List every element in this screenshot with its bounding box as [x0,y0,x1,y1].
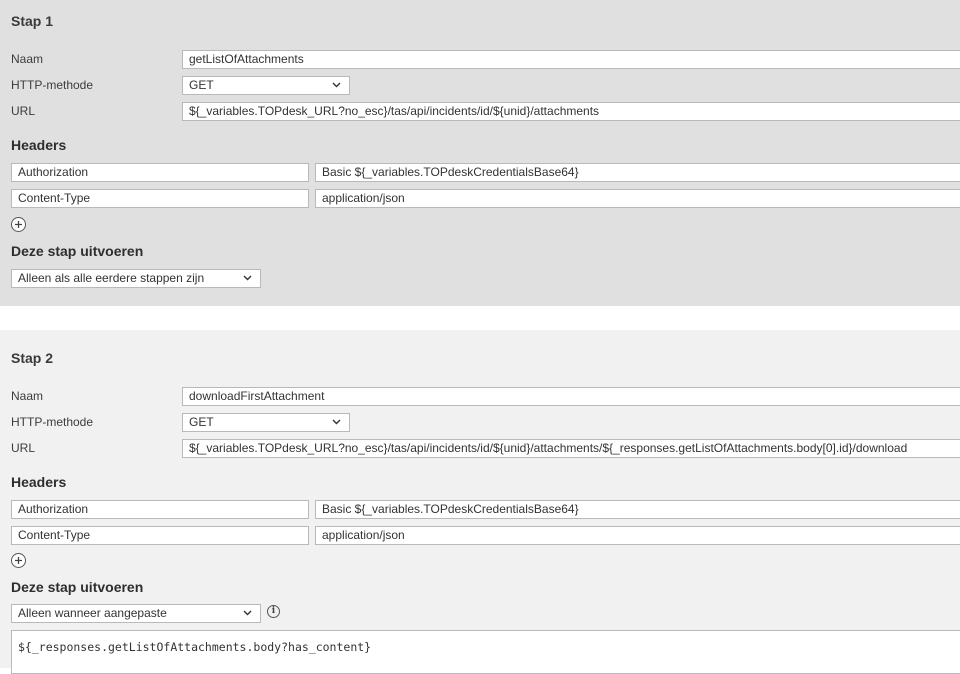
chevron-down-icon [332,82,341,88]
add-header-button[interactable] [11,553,26,568]
name-label: Naam [11,389,44,403]
execute-condition-select[interactable]: Alleen wanneer aangepaste [11,604,261,623]
http-method-label: HTTP-methode [11,415,94,429]
chevron-down-icon [332,419,341,425]
header-key-input[interactable]: Authorization [11,163,309,182]
chevron-down-icon [243,275,252,281]
execute-condition-value: Alleen wanneer aangepaste [18,606,167,620]
http-method-select[interactable]: GET [182,413,350,432]
url-label: URL [11,104,36,118]
execute-condition-select[interactable]: Alleen als alle eerdere stappen zijn [11,269,261,288]
name-label: Naam [11,52,44,66]
step-1-panel: Stap 1 Naam getListOfAttachments HTTP-me… [0,0,960,306]
plus-circle-icon [15,557,22,564]
execute-step-title: Deze stap uitvoeren [11,579,144,595]
name-input[interactable]: getListOfAttachments [182,50,960,69]
http-method-value: GET [189,415,214,429]
header-value-input[interactable]: application/json [315,526,960,545]
step-title: Stap 2 [11,350,54,366]
header-value-input[interactable]: application/json [315,189,960,208]
name-input[interactable]: downloadFirstAttachment [182,387,960,406]
http-method-value: GET [189,78,214,92]
execute-condition-value: Alleen als alle eerdere stappen zijn [18,271,205,285]
step-title: Stap 1 [11,13,54,29]
http-method-label: HTTP-methode [11,78,94,92]
header-key-input[interactable]: Authorization [11,500,309,519]
header-value-input[interactable]: Basic ${_variables.TOPdeskCredentialsBas… [315,500,960,519]
add-header-button[interactable] [11,217,26,232]
header-key-input[interactable]: Content-Type [11,526,309,545]
url-label: URL [11,441,36,455]
plus-circle-icon [15,221,22,228]
step-2-panel: Stap 2 Naam downloadFirstAttachment HTTP… [0,330,960,674]
url-input[interactable]: ${_variables.TOPdesk_URL?no_esc}/tas/api… [182,102,960,121]
headers-title: Headers [11,474,67,490]
header-value-input[interactable]: Basic ${_variables.TOPdeskCredentialsBas… [315,163,960,182]
condition-expression-input[interactable]: ${_responses.getListOfAttachments.body?h… [11,630,960,674]
header-key-input[interactable]: Content-Type [11,189,309,208]
execute-step-title: Deze stap uitvoeren [11,243,144,259]
info-icon[interactable]: i [267,605,280,618]
chevron-down-icon [243,610,252,616]
url-input[interactable]: ${_variables.TOPdesk_URL?no_esc}/tas/api… [182,439,960,458]
http-method-select[interactable]: GET [182,76,350,95]
headers-title: Headers [11,137,67,153]
